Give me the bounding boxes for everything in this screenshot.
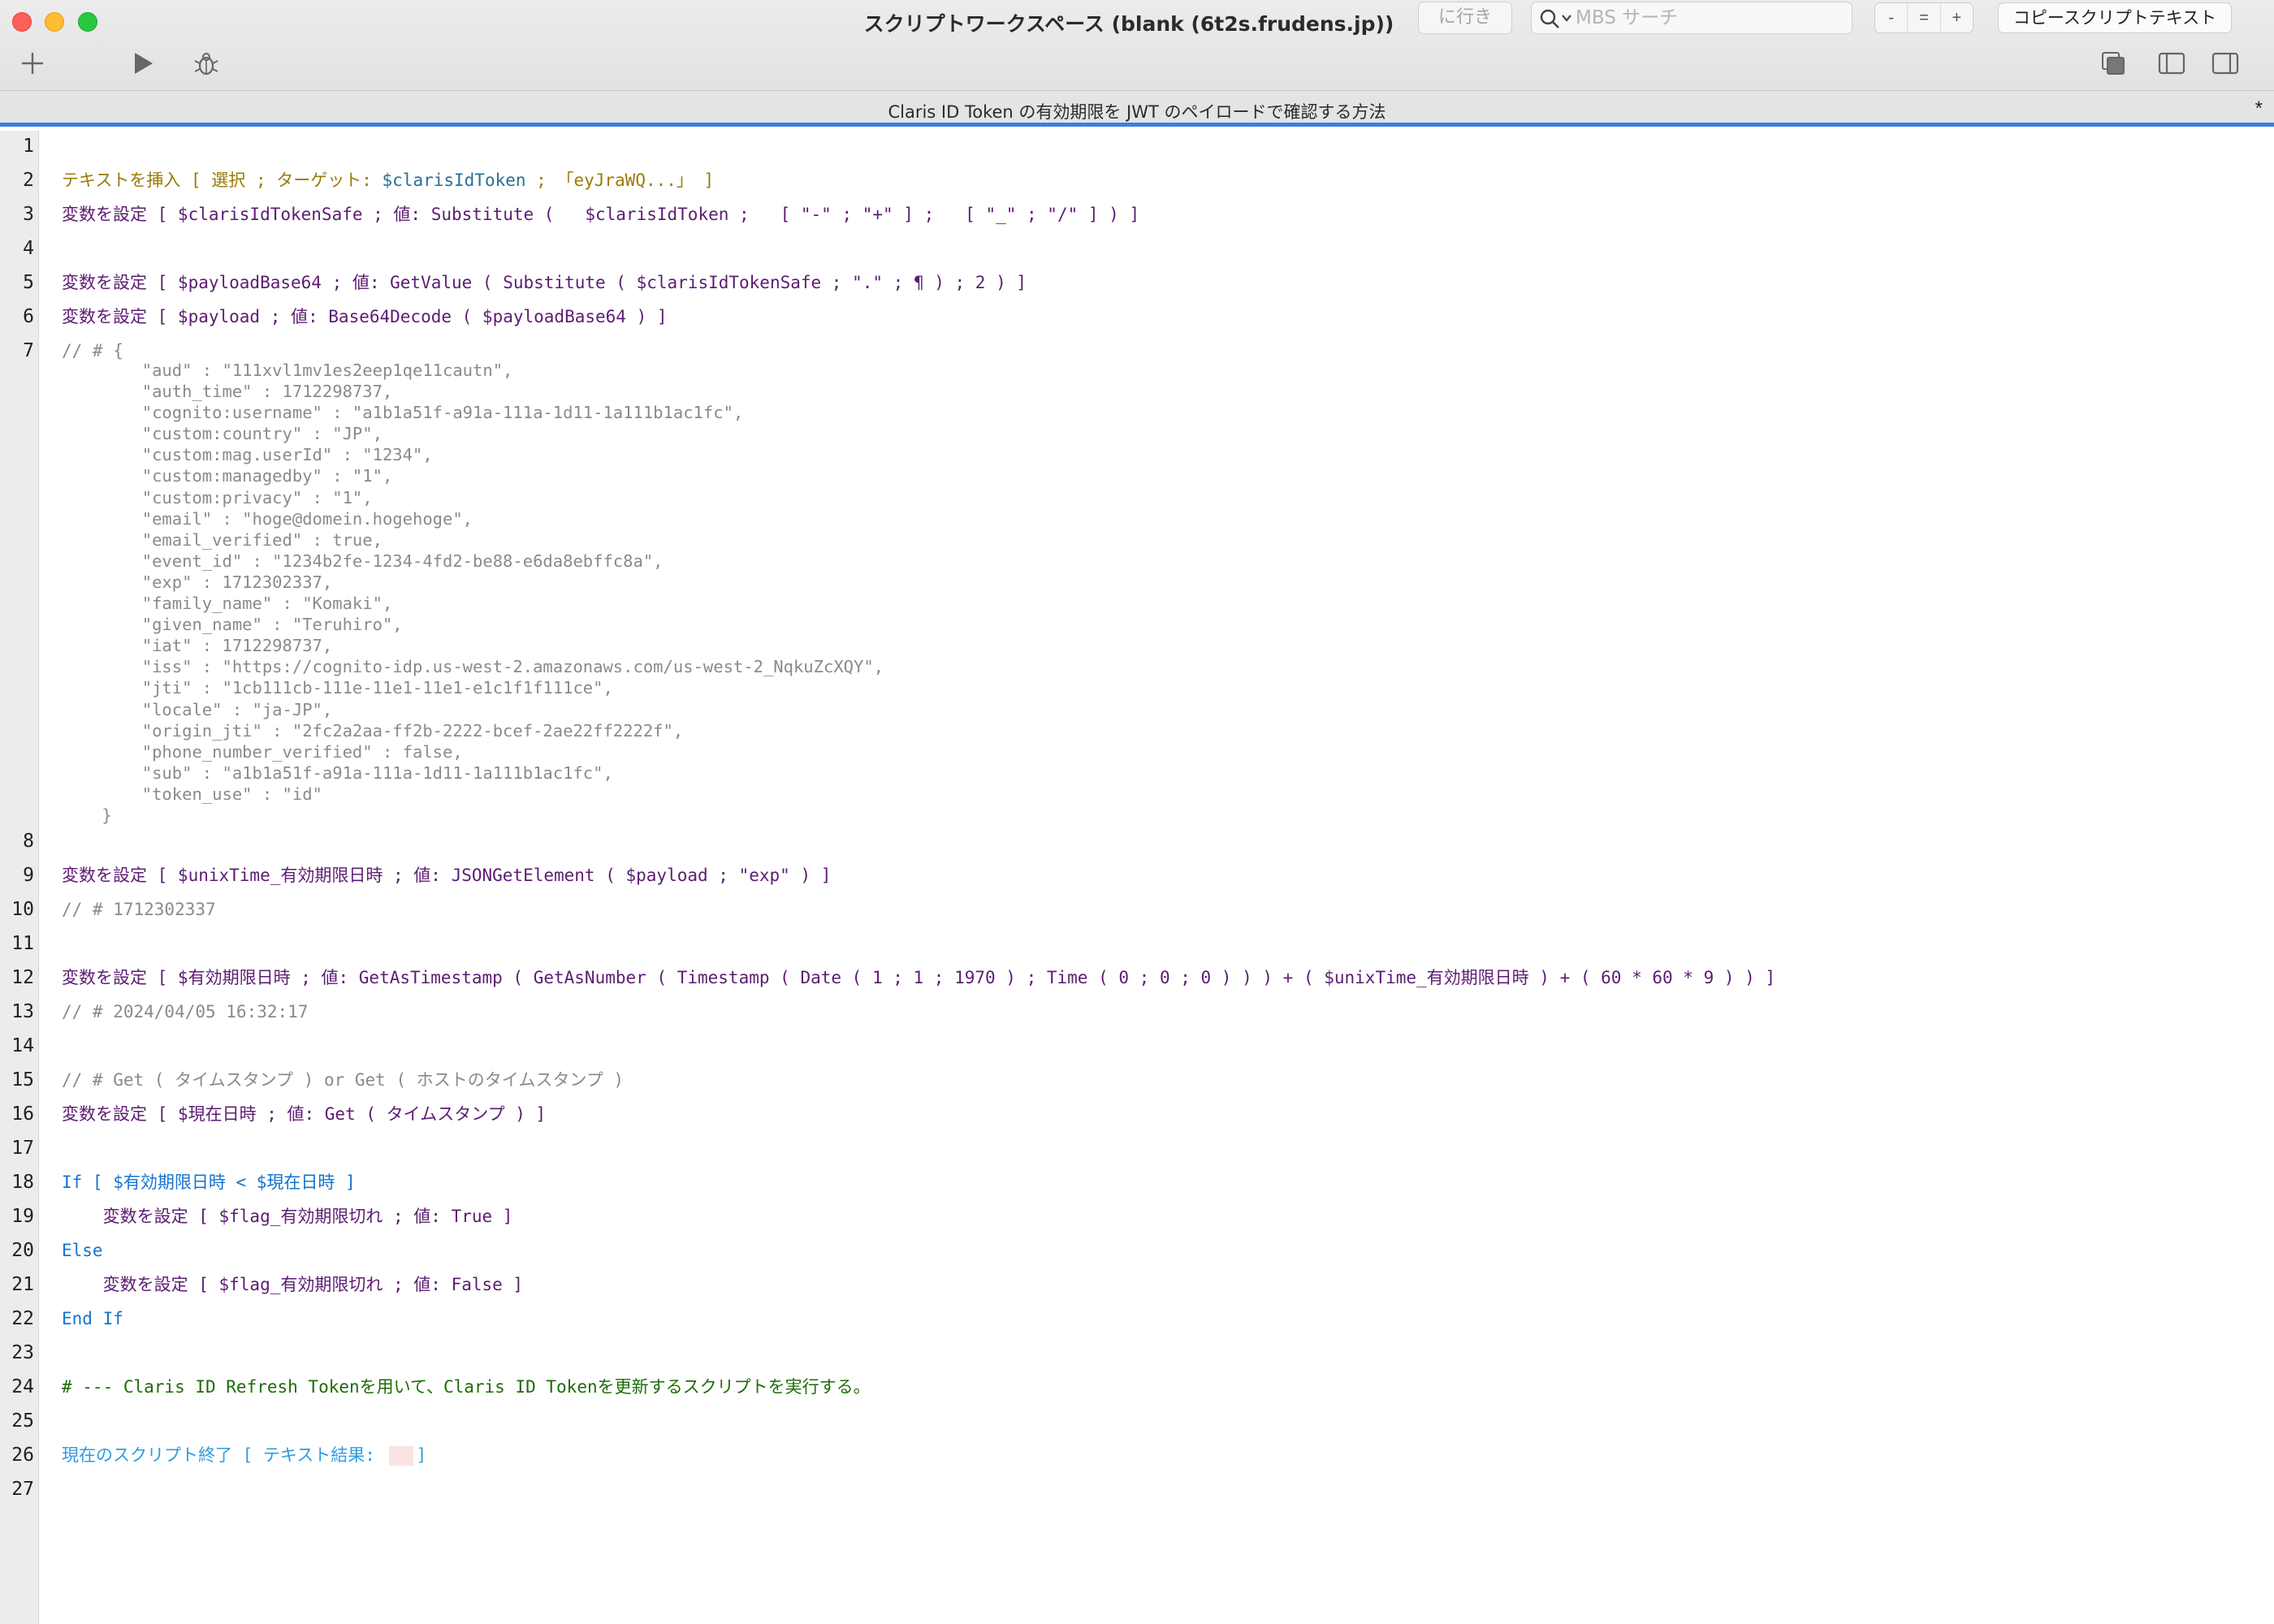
zoom-in-button[interactable]: +: [1941, 3, 1973, 32]
script-step-set-variable[interactable]: 変数を設定 [ $unixTime_有効期限日時 ; 値: JSONGetEle…: [62, 863, 831, 888]
script-step-set-variable[interactable]: 変数を設定 [ $flag_有効期限切れ ; 値: False ]: [62, 1272, 524, 1297]
json-comment-line: "token_use" : "id": [62, 784, 322, 804]
target-variable: $clarisIdToken: [382, 171, 526, 190]
script-editor[interactable]: 1 2 3 4 5 6 7 8 9 10 11 12 13 14 15 16 1…: [0, 131, 2274, 1624]
script-step-else[interactable]: Else: [62, 1238, 103, 1263]
line-number: 9: [23, 865, 34, 886]
line-number: 22: [11, 1308, 34, 1329]
line-number: 24: [11, 1376, 34, 1397]
step-text: テキストを挿入 [ 選択 ; ターゲット:: [62, 171, 383, 190]
debug-bug-icon[interactable]: [192, 49, 221, 78]
copy-icon[interactable]: [2099, 49, 2128, 78]
script-step-end-if[interactable]: End If: [62, 1307, 123, 1331]
zoom-controls: - = +: [1874, 2, 1974, 33]
script-step-set-variable[interactable]: 変数を設定 [ $clarisIdTokenSafe ; 値: Substitu…: [62, 202, 1139, 227]
goto-button[interactable]: に行き: [1418, 2, 1512, 34]
line-number: 17: [11, 1138, 34, 1159]
script-comment[interactable]: // # 1712302337: [62, 897, 216, 922]
search-icon: [1540, 9, 1571, 28]
line-number: 7: [23, 340, 34, 361]
minimize-window-button[interactable]: [45, 12, 64, 32]
line-number: 19: [11, 1206, 34, 1227]
script-step-set-variable[interactable]: 変数を設定 [ $有効期限日時 ; 値: GetAsTimestamp ( Ge…: [62, 965, 1775, 990]
line-number: 23: [11, 1342, 34, 1363]
line-number: 27: [11, 1479, 34, 1500]
plus-icon[interactable]: [18, 49, 47, 78]
zoom-out-button[interactable]: -: [1875, 3, 1909, 32]
json-comment-line: "custom:country" : "JP",: [62, 424, 383, 444]
json-comment-line: "auth_time" : 1712298737,: [62, 382, 393, 402]
script-step-set-variable[interactable]: 変数を設定 [ $flag_有効期限切れ ; 値: True ]: [62, 1204, 513, 1229]
json-comment-line: "email_verified" : true,: [62, 529, 383, 550]
json-comment-line: "given_name" : "Teruhiro",: [62, 615, 403, 635]
script-comment[interactable]: // # Get ( タイムスタンプ ) or Get ( ホストのタイムスタン…: [62, 1068, 624, 1092]
script-comment-heading[interactable]: # --- Claris ID Refresh Tokenを用いて、Claris…: [62, 1375, 871, 1399]
line-number: 2: [23, 170, 34, 191]
json-comment-line: "cognito:username" : "a1b1a51f-a91a-111a…: [62, 403, 744, 423]
line-number: 14: [11, 1035, 34, 1056]
json-comment-line: "iat" : 1712298737,: [62, 636, 333, 656]
line-number: 6: [23, 306, 34, 327]
json-comment-line: "origin_jti" : "2fc2a2aa-ff2b-2222-bcef-…: [62, 720, 684, 741]
json-comment-line: "aud" : "111xvl1mv1es2eep1qe11cautn",: [62, 361, 513, 380]
step-text: ]: [416, 1445, 427, 1465]
line-number: 11: [11, 933, 34, 954]
line-number: 8: [23, 831, 34, 852]
script-tab-bar: Claris ID Token の有効期限を JWT のペイロードで確認する方法…: [0, 91, 2274, 127]
json-comment-line: "sub" : "a1b1a51f-a91a-111a-1d11-1a111b1…: [62, 762, 613, 783]
line-number: 25: [11, 1410, 34, 1432]
line-number: 1: [23, 136, 34, 157]
search-field[interactable]: [1531, 2, 1852, 34]
window-title: スクリプトワークスペース (blank (6t2s.frudens.jp)): [863, 12, 1394, 36]
line-number: 16: [11, 1104, 34, 1125]
line-number: 4: [23, 238, 34, 259]
title-bar: スクリプトワークスペース (blank (6t2s.frudens.jp)) に…: [0, 0, 2274, 91]
line-number: 3: [23, 204, 34, 225]
json-comment-line: "family_name" : "Komaki",: [62, 594, 393, 614]
text-result-field[interactable]: [388, 1446, 413, 1466]
copy-script-text-button[interactable]: コピースクリプトテキスト: [1998, 2, 2232, 33]
search-input[interactable]: [1576, 4, 1844, 32]
script-step-set-variable[interactable]: 変数を設定 [ $payloadBase64 ; 値: GetValue ( S…: [62, 270, 1027, 295]
json-comment-line: "custom:managedby" : "1",: [62, 466, 393, 486]
json-comment-line: "phone_number_verified" : false,: [62, 741, 463, 762]
zoom-window-button[interactable]: [78, 12, 97, 32]
line-number: 10: [11, 899, 34, 920]
script-step-if[interactable]: If [ $有効期限日時 < $現在日時 ]: [62, 1170, 356, 1194]
comment-json-block: "aud" : "111xvl1mv1es2eep1qe11cautn", "a…: [62, 360, 884, 826]
run-icon[interactable]: [128, 49, 158, 78]
step-text: 現在のスクリプト終了 [ テキスト結果:: [62, 1445, 386, 1465]
script-comment[interactable]: // # 2024/04/05 16:32:17: [62, 1000, 308, 1024]
script-step-insert-text[interactable]: テキストを挿入 [ 選択 ; ターゲット: $clarisIdToken ; 「…: [62, 168, 714, 192]
zoom-reset-button[interactable]: =: [1908, 3, 1941, 32]
script-step-exit-script[interactable]: 現在のスクリプト終了 [ テキスト結果: ]: [62, 1443, 426, 1467]
line-number: 21: [11, 1274, 34, 1295]
line-number: 5: [23, 272, 34, 293]
json-comment-line: "locale" : "ja-JP",: [62, 699, 333, 719]
json-comment-line: "jti" : "1cb111cb-111e-11e1-11e1-e1c1f1f…: [62, 678, 613, 698]
json-comment-line: "custom:privacy" : "1",: [62, 487, 373, 508]
modified-indicator: *: [2255, 97, 2263, 119]
script-step-set-variable[interactable]: 変数を設定 [ $現在日時 ; 値: Get ( タイムスタンプ ) ]: [62, 1102, 546, 1126]
json-comment-line: }: [62, 805, 112, 825]
json-comment-line: "email" : "hoge@domein.hogehoge",: [62, 508, 473, 529]
json-comment-line: "iss" : "https://cognito-idp.us-west-2.a…: [62, 657, 884, 677]
script-step-set-variable[interactable]: 変数を設定 [ $payload ; 値: Base64Decode ( $pa…: [62, 304, 668, 329]
json-comment-line: "exp" : 1712302337,: [62, 572, 333, 592]
line-number: 18: [11, 1172, 34, 1193]
json-comment-line: "custom:mag.userId" : "1234",: [62, 445, 433, 465]
line-number: 20: [11, 1240, 34, 1261]
script-tab-title[interactable]: Claris ID Token の有効期限を JWT のペイロードで確認する方法: [0, 99, 2274, 123]
line-number: 12: [11, 967, 34, 988]
json-comment-line: "event_id" : "1234b2fe-1234-4fd2-be88-e6…: [62, 551, 664, 571]
line-number: 15: [11, 1069, 34, 1091]
step-text: ; 「eyJraWQ...」 ]: [525, 171, 715, 190]
line-number: 13: [11, 1001, 34, 1022]
right-panel-icon[interactable]: [2211, 49, 2240, 78]
left-panel-icon[interactable]: [2157, 49, 2186, 78]
line-number: 26: [11, 1445, 34, 1466]
close-window-button[interactable]: [12, 12, 32, 32]
line-number-gutter: 1 2 3 4 5 6 7 8 9 10 11 12 13 14 15 16 1…: [0, 131, 39, 1624]
